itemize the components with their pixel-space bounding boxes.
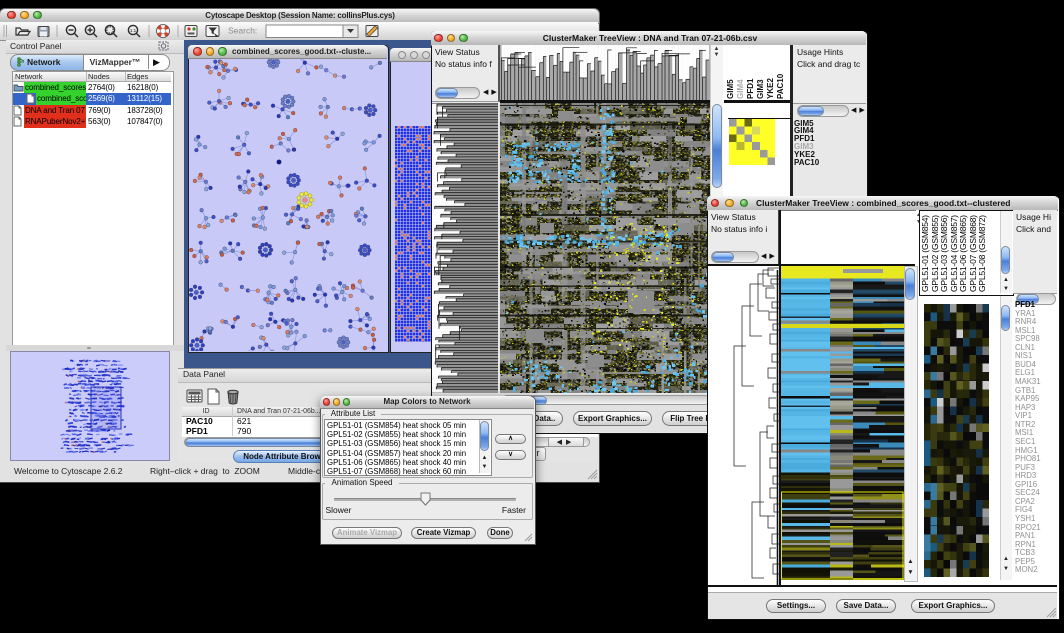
svg-text:Search:: Search: [228,26,257,36]
svg-text:1:1: 1:1 [130,28,137,33]
